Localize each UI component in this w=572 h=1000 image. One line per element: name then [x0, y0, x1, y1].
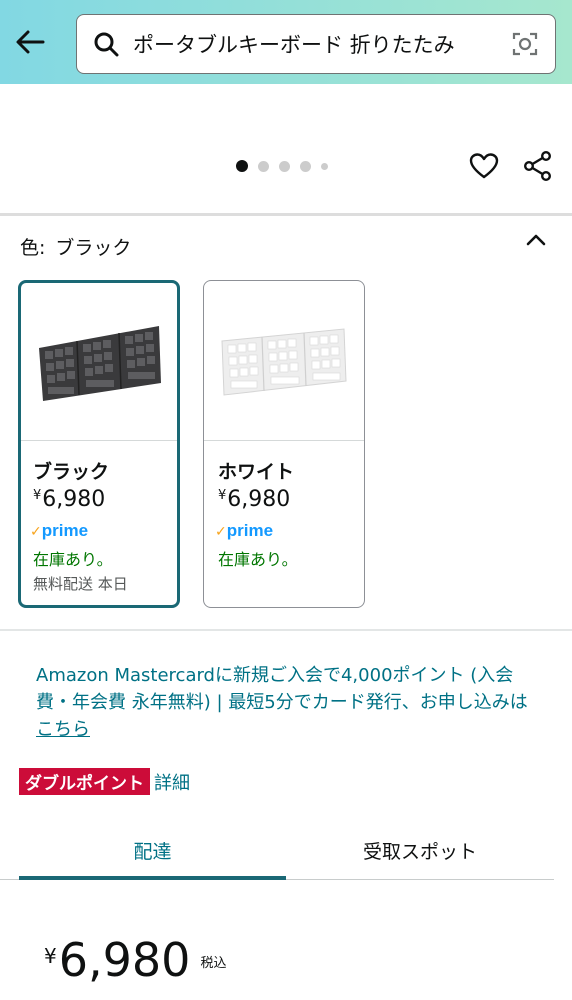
- arrow-left-icon: [16, 30, 45, 54]
- section-divider: [0, 213, 572, 216]
- buybox-price: ¥ 6,980 税込: [44, 930, 226, 990]
- tax-label: 税込: [200, 956, 227, 971]
- prime-check-icon: ✓: [215, 524, 227, 540]
- share-icon[interactable]: [522, 150, 554, 182]
- tab-delivery[interactable]: 配達: [19, 822, 286, 878]
- carousel-dot[interactable]: [258, 160, 269, 172]
- price-value: 6,980: [227, 487, 291, 512]
- search-icon: [94, 32, 119, 57]
- variant-image: [21, 283, 177, 441]
- variant-card-white[interactable]: ホワイト ¥6,980 ✓prime 在庫あり。: [203, 280, 365, 608]
- price-value: 6,980: [42, 487, 106, 512]
- tab-pickup-spot[interactable]: 受取スポット: [286, 822, 554, 878]
- carousel-dot[interactable]: [321, 162, 328, 170]
- variant-card-black[interactable]: ブラック ¥6,980 ✓prime 在庫あり。 無料配送 本日: [18, 280, 180, 608]
- color-label: 色:: [20, 237, 46, 259]
- carousel-dot[interactable]: [236, 160, 248, 172]
- double-point-badge: ダブルポイント: [19, 768, 150, 795]
- section-divider: [0, 629, 572, 631]
- heart-icon[interactable]: [469, 152, 499, 180]
- camera-search-icon[interactable]: [511, 30, 539, 58]
- image-carousel-dots[interactable]: [236, 160, 328, 172]
- carousel-dot[interactable]: [300, 160, 311, 172]
- mastercard-promo[interactable]: Amazon Mastercardに新規ご入会で4,000ポイント (入会費・年…: [36, 662, 536, 743]
- currency-symbol: ¥: [33, 488, 42, 503]
- shipping-info: 無料配送 本日: [33, 575, 128, 593]
- search-input[interactable]: ポータブルキーボード 折りたたみ: [133, 29, 511, 59]
- detail-link[interactable]: 詳細: [154, 769, 190, 795]
- stock-status: 在庫あり。: [33, 550, 113, 569]
- black-keyboard-image: [39, 326, 161, 401]
- variant-name: ブラック: [33, 461, 110, 483]
- chevron-up-icon[interactable]: [524, 228, 548, 252]
- price-value: 6,980: [58, 933, 191, 987]
- prime-label: prime: [41, 521, 89, 540]
- variant-image: [204, 281, 364, 441]
- currency-symbol: ¥: [44, 944, 57, 968]
- color-selector-label: 色: ブラック: [20, 233, 131, 260]
- prime-check-icon: ✓: [30, 524, 42, 540]
- promo-points: 4,000ポイント: [340, 665, 465, 686]
- carousel-dot[interactable]: [279, 160, 290, 172]
- prime-badge: ✓prime: [30, 521, 88, 541]
- app-header: ポータブルキーボード 折りたたみ: [0, 0, 572, 84]
- prime-label: prime: [226, 521, 274, 540]
- double-point-row: ダブルポイント 詳細: [19, 768, 190, 795]
- promo-link[interactable]: こちら: [36, 719, 90, 740]
- variant-price: ¥6,980: [218, 487, 290, 512]
- prime-badge: ✓prime: [215, 521, 273, 541]
- white-keyboard-image: [221, 328, 347, 396]
- variant-price: ¥6,980: [33, 487, 105, 512]
- search-bar[interactable]: ポータブルキーボード 折りたたみ: [76, 14, 556, 74]
- currency-symbol: ¥: [218, 488, 227, 503]
- stock-status: 在庫あり。: [218, 550, 298, 569]
- promo-text: Amazon Mastercardに新規ご入会で: [36, 665, 341, 686]
- active-tab-indicator: [19, 876, 286, 880]
- back-button[interactable]: [12, 24, 48, 60]
- selected-color: ブラック: [55, 237, 132, 259]
- variant-name: ホワイト: [218, 461, 295, 483]
